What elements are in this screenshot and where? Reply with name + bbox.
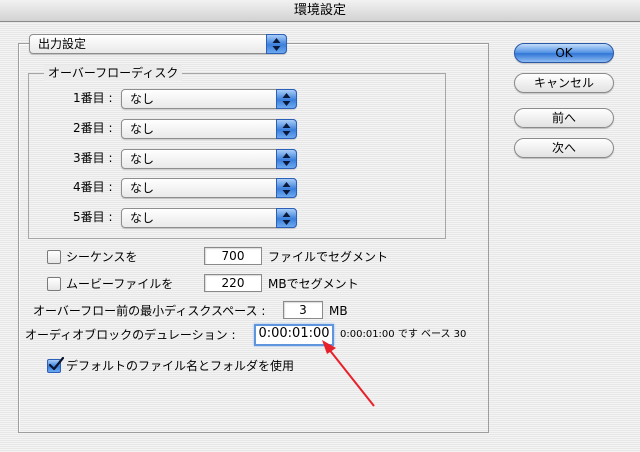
sequence-segment-label: シーケンスを [66, 250, 138, 264]
disk-5-value: なし [130, 211, 155, 225]
red-arrow-icon [322, 340, 375, 407]
overflow-group-title: オーバーフローディスク [44, 65, 183, 81]
sequence-segment-count-field[interactable]: 700 [204, 247, 262, 265]
ok-button[interactable]: OK [514, 43, 614, 63]
popup-arrows-icon [266, 34, 287, 54]
sequence-segment-checkbox[interactable] [47, 250, 61, 264]
min-disk-space-field[interactable]: 3 [283, 301, 323, 319]
movie-segment-checkbox[interactable] [47, 277, 61, 291]
min-disk-space-label: オーバーフロー前の最小ディスクスペース : [33, 304, 266, 318]
checkmark-icon [48, 357, 64, 371]
popup-arrows-icon [276, 119, 297, 139]
disk-5-popup[interactable]: なし [121, 208, 297, 228]
disk-3-value: なし [130, 152, 155, 166]
movie-segment-label: ムービーファイルを [66, 277, 174, 291]
sequence-segment-suffix: ファイルでセグメント [268, 250, 389, 264]
disk-4-popup[interactable]: なし [121, 178, 297, 198]
movie-segment-suffix: MBでセグメント [268, 277, 359, 291]
disk-3-label: 3番目 : [73, 151, 113, 165]
min-disk-space-unit: MB [329, 304, 348, 318]
disk-2-label: 2番目 : [73, 121, 113, 135]
window-title: 環境設定 [0, 0, 640, 22]
section-popup[interactable]: 出力設定 [29, 34, 287, 54]
disk-3-popup[interactable]: なし [121, 149, 297, 169]
disk-4-value: なし [130, 181, 155, 195]
popup-arrows-icon [276, 178, 297, 198]
disk-2-popup[interactable]: なし [121, 119, 297, 139]
audio-block-duration-label: オーディオブロックのデュレーション : [25, 328, 236, 342]
disk-2-value: なし [130, 122, 155, 136]
popup-arrows-icon [276, 89, 297, 109]
movie-segment-size-field[interactable]: 220 [204, 274, 262, 292]
next-button[interactable]: 次へ [514, 138, 614, 158]
default-names-label: デフォルトのファイル名とフォルダを使用 [66, 359, 295, 373]
cancel-button[interactable]: キャンセル [514, 73, 614, 93]
disk-1-label: 1番目 : [73, 91, 113, 105]
popup-arrows-icon [276, 208, 297, 228]
disk-1-value: なし [130, 92, 155, 106]
prev-button[interactable]: 前へ [514, 108, 614, 128]
section-popup-value: 出力設定 [38, 37, 87, 51]
disk-4-label: 4番目 : [73, 180, 113, 194]
default-names-checkbox[interactable] [47, 357, 64, 373]
disk-5-label: 5番目 : [73, 210, 113, 224]
disk-1-popup[interactable]: なし [121, 89, 297, 109]
popup-arrows-icon [276, 149, 297, 169]
